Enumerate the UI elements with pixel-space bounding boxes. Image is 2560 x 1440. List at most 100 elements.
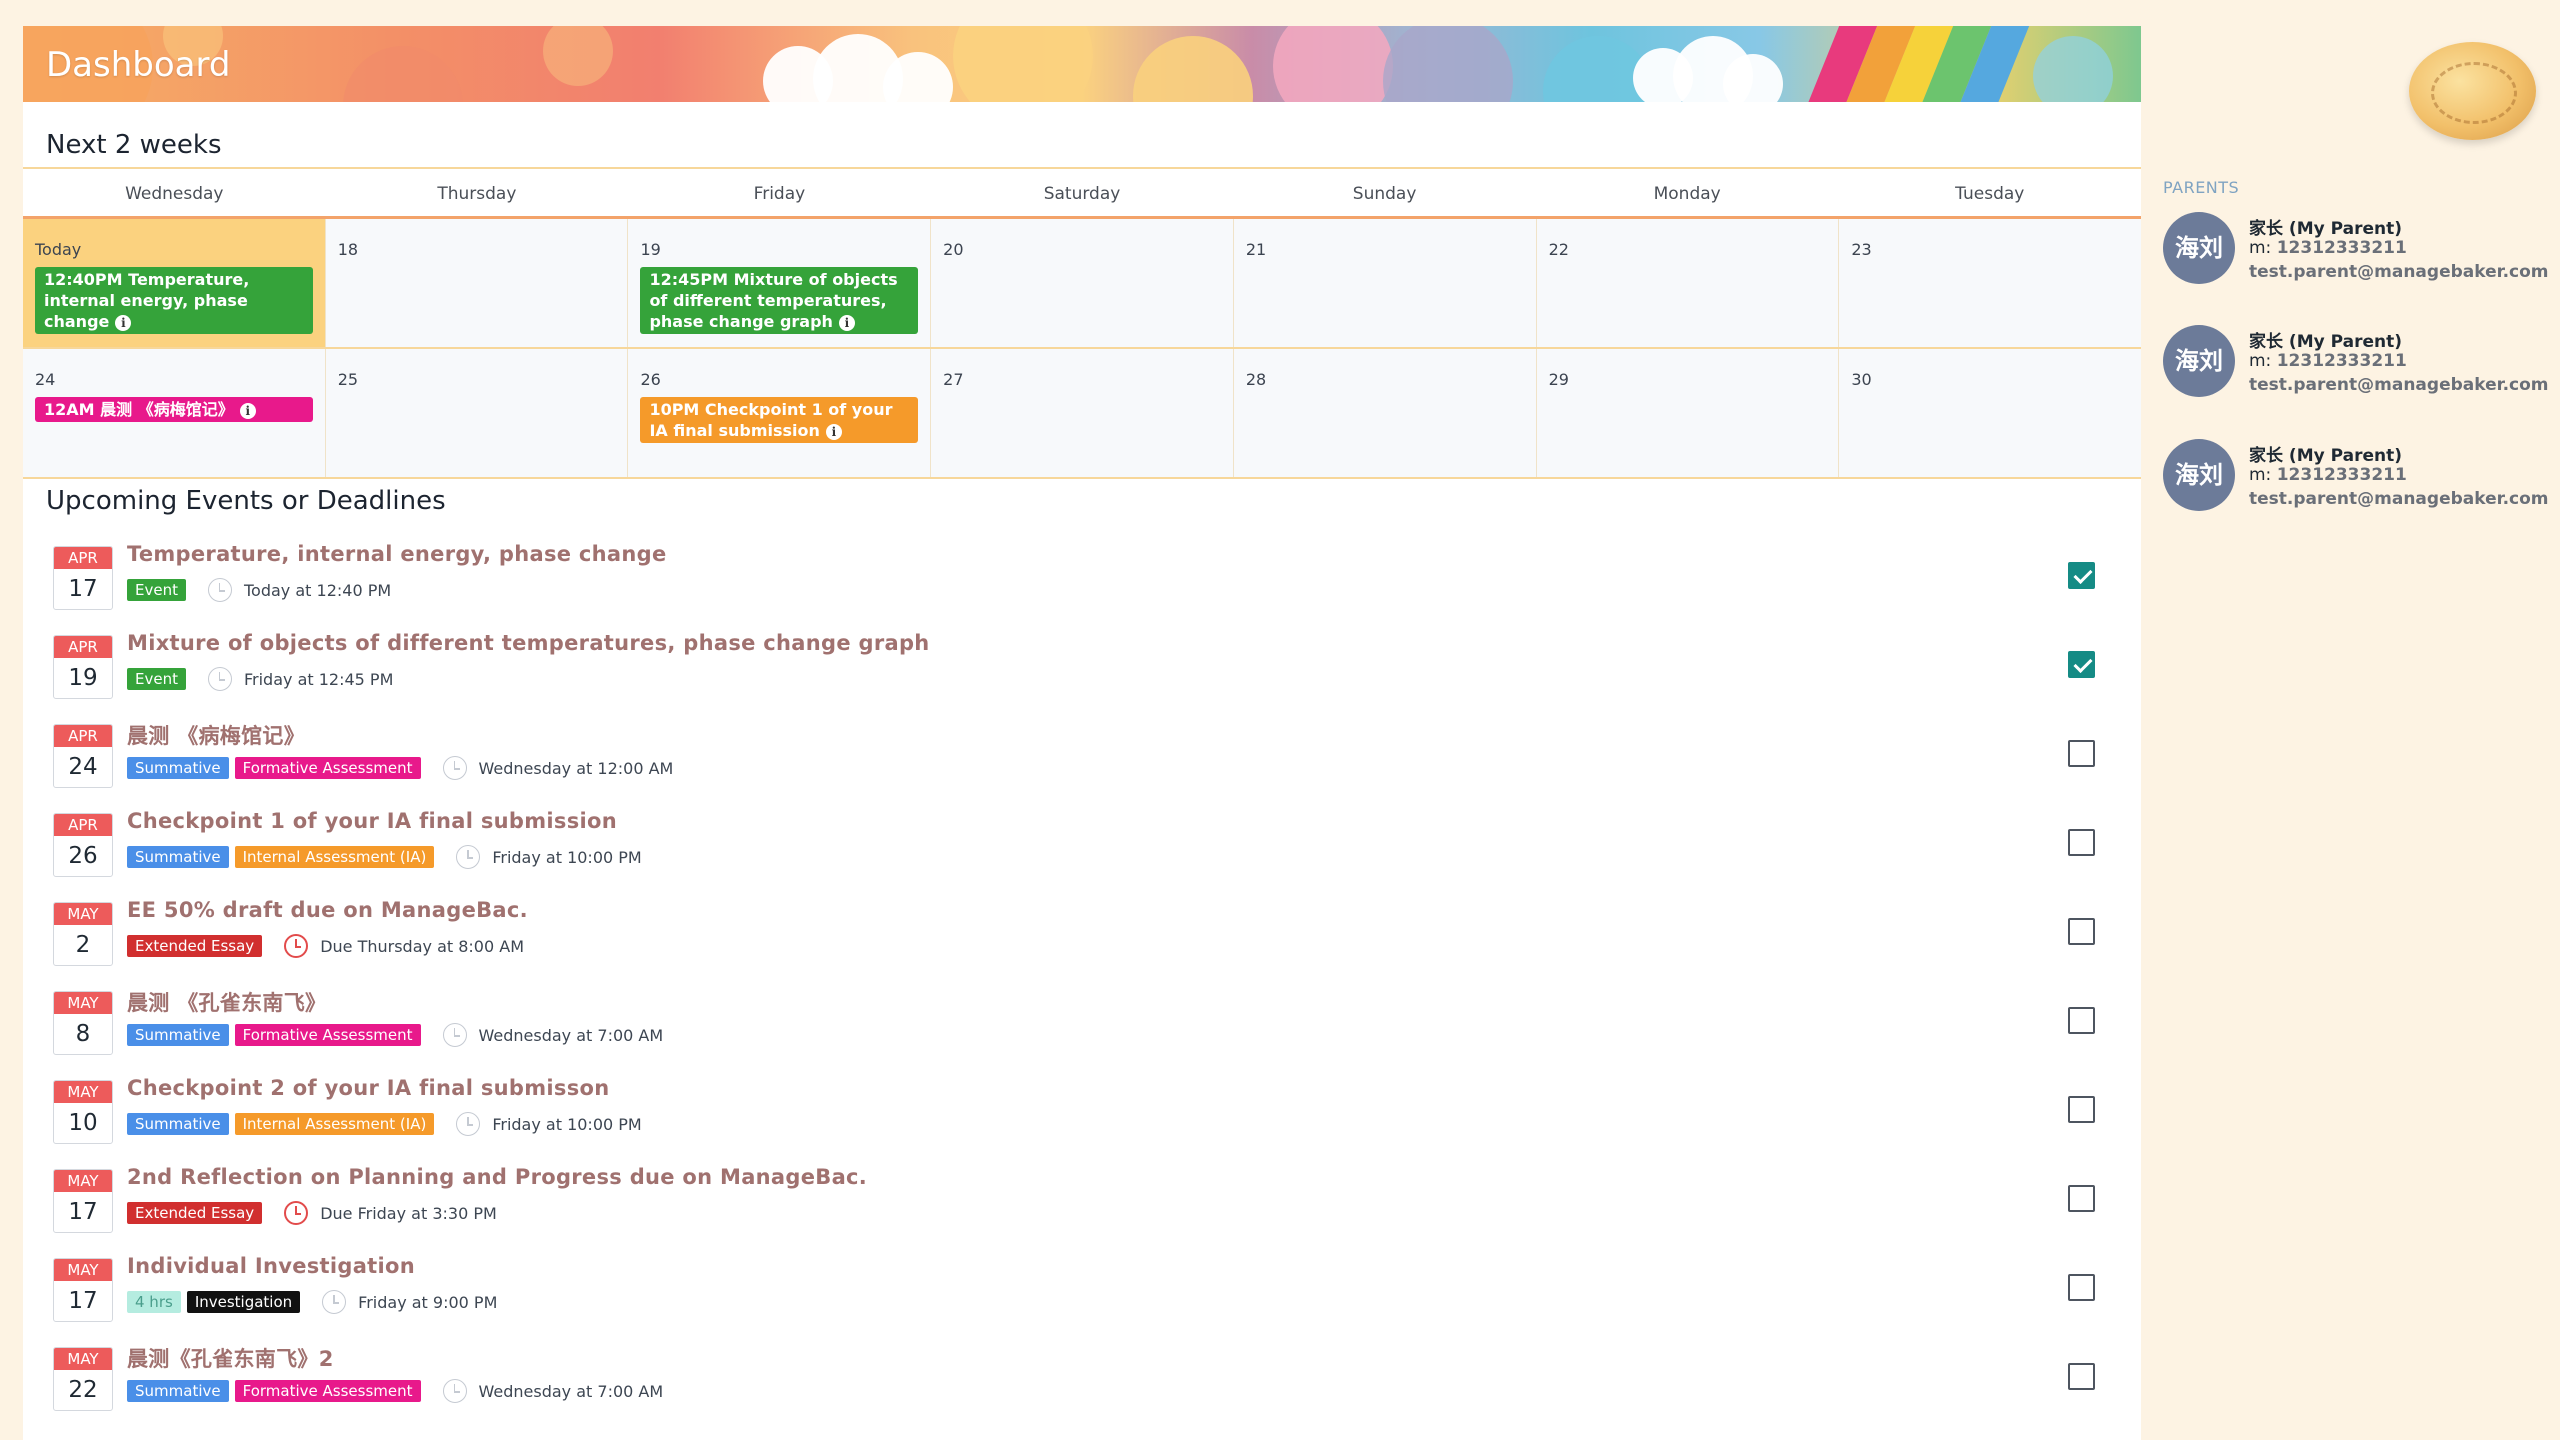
upcoming-item[interactable]: MAY 17 2nd Reflection on Planning and Prog… bbox=[23, 1155, 2141, 1244]
date-badge-month: MAY bbox=[54, 1348, 112, 1370]
date-badge-month: APR bbox=[54, 547, 112, 569]
date-badge-day: 10 bbox=[68, 1110, 98, 1136]
upcoming-item[interactable]: MAY 17 Individual Investigation 4 hrs Invest… bbox=[23, 1244, 2141, 1333]
calendar-day[interactable]: 19 12:45PM Mixture of objects of differe… bbox=[628, 219, 932, 347]
item-title-link[interactable]: 2nd Reflection on Planning and Progress … bbox=[127, 1165, 867, 1189]
clock-icon bbox=[442, 1023, 467, 1047]
clock-icon bbox=[207, 578, 232, 602]
calendar-day[interactable]: 27 bbox=[931, 349, 1234, 477]
completion-checkbox[interactable] bbox=[2068, 918, 2095, 945]
completion-checkbox[interactable] bbox=[2068, 651, 2095, 678]
completion-checkbox[interactable] bbox=[2068, 1274, 2095, 1301]
calendar-day-today[interactable]: Today 12:40PM Temperature, internal ener… bbox=[23, 219, 326, 347]
calendar-week-row: Today 12:40PM Temperature, internal ener… bbox=[23, 219, 2142, 349]
calendar-event[interactable]: 12AM 晨测 《病梅馆记》 i bbox=[35, 397, 313, 422]
calendar-day[interactable]: 20 bbox=[931, 219, 1234, 347]
date-badge-day: 17 bbox=[68, 1288, 98, 1314]
calendar-day[interactable]: 22 bbox=[1536, 219, 1840, 347]
dashboard-banner: Dashboard bbox=[23, 26, 2141, 102]
label-badge: Summative bbox=[127, 1024, 229, 1046]
upcoming-item[interactable]: APR 19 Mixture of objects of different tem… bbox=[23, 621, 2141, 710]
weekday-label: Monday bbox=[1653, 184, 1721, 204]
calendar-day[interactable]: 21 bbox=[1233, 219, 1537, 347]
calendar-day[interactable]: 28 bbox=[1233, 349, 1537, 477]
phone-prefix: m: bbox=[2249, 351, 2277, 371]
calendar-day[interactable]: 23 bbox=[1839, 219, 2142, 347]
weekday-label: Sunday bbox=[1352, 184, 1417, 204]
completion-checkbox[interactable] bbox=[2068, 562, 2095, 589]
info-icon[interactable]: i bbox=[825, 423, 842, 440]
calendar-event[interactable]: 12:45PM Mixture of objects of different … bbox=[640, 267, 919, 334]
parent-email[interactable]: test.parent@managebaker.com bbox=[2249, 262, 2549, 282]
parent-email[interactable]: test.parent@managebaker.com bbox=[2249, 375, 2549, 395]
item-time: Wednesday at 7:00 AM bbox=[478, 1381, 664, 1401]
info-icon[interactable]: i bbox=[838, 314, 855, 331]
calendar-week-row: 24 12AM 晨测 《病梅馆记》 i 25 26 10PM Checkpoint… bbox=[23, 349, 2142, 479]
date-badge: MAY 17 bbox=[53, 1169, 113, 1233]
upcoming-item[interactable]: MAY 2 EE 50% draft due on ManageBac. Extend… bbox=[23, 888, 2141, 977]
parent-email[interactable]: test.parent@managebaker.com bbox=[2249, 489, 2549, 509]
upcoming-item[interactable]: APR 17 Temperature, internal energy, phase… bbox=[23, 532, 2141, 621]
item-title-link[interactable]: Temperature, internal energy, phase chan… bbox=[127, 542, 667, 566]
upcoming-title: Upcoming Events or Deadlines bbox=[46, 486, 446, 516]
calendar-day[interactable]: 18 bbox=[325, 219, 629, 347]
calendar-day[interactable]: 25 bbox=[325, 349, 629, 477]
calendar-event[interactable]: 10PM Checkpoint 1 of your IA final submi… bbox=[640, 397, 919, 443]
parent-card[interactable]: 海刘 家长 (My Parent) m: 12312333211 test.pa… bbox=[2163, 439, 2553, 519]
parent-phone: m: 12312333211 bbox=[2249, 238, 2407, 258]
calendar-event-label: 10PM Checkpoint 1 of your IA final submi… bbox=[649, 400, 893, 440]
date-badge: APR 26 bbox=[53, 813, 113, 877]
calendar-event[interactable]: 12:40PM Temperature, internal energy, ph… bbox=[35, 267, 313, 334]
parents-heading: PARENTS bbox=[2163, 178, 2240, 197]
label-badge: Internal Assessment (IA) bbox=[234, 1113, 435, 1135]
item-title-link[interactable]: EE 50% draft due on ManageBac. bbox=[127, 898, 528, 922]
item-title-link[interactable]: Mixture of objects of different temperat… bbox=[127, 631, 930, 655]
date-badge-month: MAY bbox=[54, 1081, 112, 1103]
item-time: Friday at 12:45 PM bbox=[243, 669, 394, 689]
calendar-day[interactable]: 24 12AM 晨测 《病梅馆记》 i bbox=[23, 349, 326, 477]
upcoming-item[interactable]: MAY 8 晨测 《孔雀东南飞》 Summative Formative Assessm… bbox=[23, 977, 2141, 1066]
date-badge: MAY 8 bbox=[53, 991, 113, 1055]
item-time: Wednesday at 7:00 AM bbox=[478, 1025, 664, 1045]
completion-checkbox[interactable] bbox=[2068, 1007, 2095, 1034]
upcoming-item[interactable]: MAY 22 晨测《孔雀东南飞》2 Summative Formative Assess… bbox=[23, 1333, 2141, 1422]
label-badge: Summative bbox=[127, 1380, 229, 1402]
item-title-link[interactable]: Checkpoint 2 of your IA final submisson bbox=[127, 1076, 610, 1100]
info-icon[interactable]: i bbox=[239, 402, 256, 419]
item-meta: Extended Essay Due Friday at 3:30 PM bbox=[127, 1201, 497, 1225]
clock-icon bbox=[207, 667, 232, 691]
clock-icon bbox=[456, 845, 481, 869]
calendar-event-label: 12AM 晨测 《病梅馆记》 bbox=[44, 400, 234, 419]
item-meta: Summative Internal Assessment (IA) Friday … bbox=[127, 1112, 642, 1136]
parent-card[interactable]: 海刘 家长 (My Parent) m: 12312333211 test.pa… bbox=[2163, 212, 2553, 292]
completion-checkbox[interactable] bbox=[2068, 740, 2095, 767]
date-badge-month: MAY bbox=[54, 1170, 112, 1192]
date-badge-month: APR bbox=[54, 636, 112, 658]
completion-checkbox[interactable] bbox=[2068, 829, 2095, 856]
calendar-day[interactable]: 26 10PM Checkpoint 1 of your IA final su… bbox=[628, 349, 932, 477]
item-title-link[interactable]: Checkpoint 1 of your IA final submission bbox=[127, 809, 617, 833]
upcoming-item[interactable]: MAY 10 Checkpoint 2 of your IA final submi… bbox=[23, 1066, 2141, 1155]
item-title-link[interactable]: Individual Investigation bbox=[127, 1254, 415, 1278]
label-badge: Summative bbox=[127, 1113, 229, 1135]
item-meta: Extended Essay Due Thursday at 8:00 AM bbox=[127, 934, 524, 958]
completion-checkbox[interactable] bbox=[2068, 1363, 2095, 1390]
item-title-link[interactable]: 晨测 《病梅馆记》 bbox=[127, 720, 305, 750]
date-badge-day: 8 bbox=[75, 1021, 91, 1047]
item-title-link[interactable]: 晨测《孔雀东南飞》2 bbox=[127, 1343, 334, 1373]
calendar-day[interactable]: 30 bbox=[1839, 349, 2142, 477]
calendar-day[interactable]: 29 bbox=[1536, 349, 1840, 477]
parent-card[interactable]: 海刘 家长 (My Parent) m: 12312333211 test.pa… bbox=[2163, 325, 2553, 405]
upcoming-item[interactable]: APR 26 Checkpoint 1 of your IA final submi… bbox=[23, 799, 2141, 888]
calendar-date: 26 bbox=[640, 370, 661, 389]
completion-checkbox[interactable] bbox=[2068, 1185, 2095, 1212]
avatar: 海刘 bbox=[2163, 212, 2235, 284]
completion-checkbox[interactable] bbox=[2068, 1096, 2095, 1123]
item-title-link[interactable]: 晨测 《孔雀东南飞》 bbox=[127, 987, 326, 1017]
date-badge-month: MAY bbox=[54, 1259, 112, 1281]
date-badge: MAY 22 bbox=[53, 1347, 113, 1411]
item-meta: Summative Formative Assessment Wednesday a… bbox=[127, 1023, 663, 1047]
upcoming-item[interactable]: APR 24 晨测 《病梅馆记》 Summative Formative Assessm… bbox=[23, 710, 2141, 799]
info-icon[interactable]: i bbox=[115, 314, 132, 331]
page-title: Dashboard bbox=[46, 45, 231, 85]
